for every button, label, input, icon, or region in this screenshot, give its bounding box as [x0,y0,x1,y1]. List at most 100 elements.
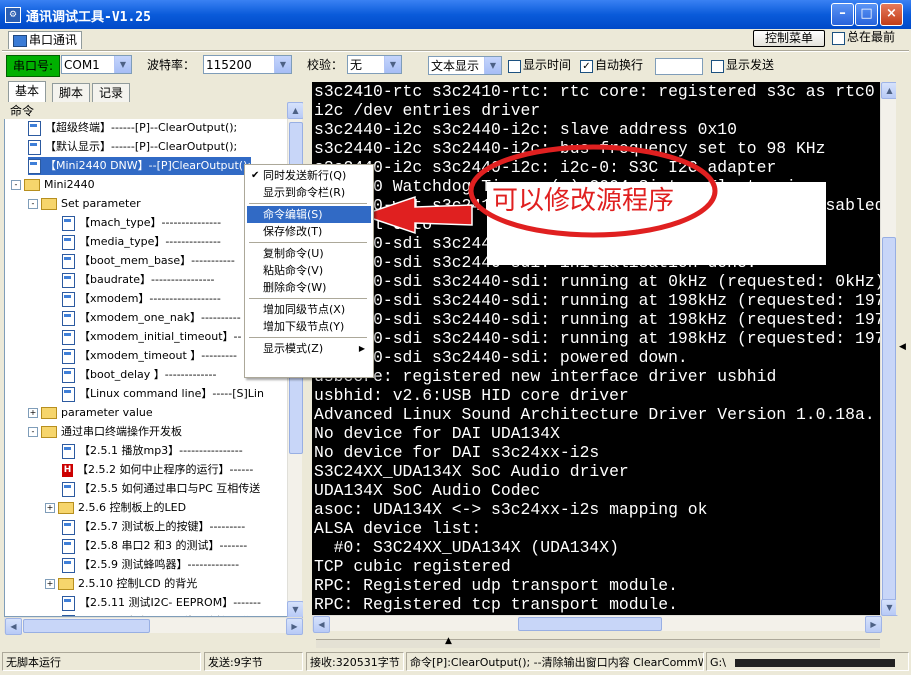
tree-node[interactable]: +2.5.10 控制LCD 的背光 [45,575,197,593]
expand-up-icon[interactable]: ▲ [445,636,452,646]
tree-node[interactable]: 【boot_mem_base】----------- [62,252,235,270]
always-on-top-checkbox[interactable] [832,32,845,45]
scroll-left-icon[interactable]: ◀ [313,616,330,633]
expand-icon[interactable]: + [28,408,38,418]
baud-select[interactable]: 115200 ▼ [203,55,292,74]
tab-log[interactable]: 记录 [92,83,131,102]
tree-node[interactable]: 【baudrate】---------------- [62,271,215,289]
menu-item[interactable]: ✔ 同时发送新行(Q) [247,167,371,184]
tab-serial-label: 串口通讯 [29,33,78,47]
scroll-left-icon[interactable]: ◀ [5,618,22,635]
tree-node[interactable]: 【mach_type】--------------- [62,214,221,232]
tree-node-label: 【xmodem】------------------ [79,292,221,305]
terminal-line: ALSA device list: [314,519,482,538]
menu-item[interactable]: 复制命令(U) [247,245,371,262]
chevron-down-icon[interactable]: ▼ [274,56,291,73]
tree-node[interactable]: 【2.5.8 串口2 和3 的测试】------- [62,537,247,555]
tree-node-label: 【boot_delay 】------------- [79,368,217,381]
tree-node-label: 【2.5.5 如何通过串口与PC 互相传送 [79,482,261,495]
parity-select[interactable]: 无 ▼ [347,55,402,74]
tree-node[interactable]: 【xmodem_one_nak】---------- [62,309,241,327]
chevron-down-icon[interactable]: ▼ [484,57,501,74]
menu-item[interactable]: 显示模式(Z) ▶ [247,340,371,357]
scroll-down-icon[interactable]: ▼ [287,601,304,618]
collapse-icon[interactable]: - [28,427,38,437]
expand-icon[interactable]: + [45,503,55,513]
tree-node[interactable]: 【2.5.9 测试蜂鸣器】------------- [62,556,239,574]
baud-label: 波特率： [147,58,196,72]
close-button[interactable]: × [880,3,903,26]
tree-node-label: 【xmodem_one_nak】---------- [79,311,241,324]
tree-node[interactable]: H 【2.5.2 如何中止程序的运行】------ [62,461,253,479]
display-mode-select[interactable]: 文本显示 ▼ [428,56,502,75]
tree-node[interactable]: +2.5.6 控制板上的LED [45,499,186,517]
tree-node[interactable]: 【xmodem_timeout 】--------- [62,347,237,365]
port-select[interactable]: COM1 ▼ [61,55,132,74]
expand-icon[interactable]: + [45,579,55,589]
menu-item[interactable]: 增加下级节点(Y) [247,318,371,335]
scroll-up-icon[interactable]: ▲ [287,102,304,119]
minimize-button[interactable]: – [831,3,854,26]
collapse-icon[interactable]: - [28,199,38,209]
command-icon [62,234,75,250]
chevron-down-icon[interactable]: ▼ [384,56,401,73]
tree-node[interactable]: + parameter value [28,404,153,422]
terminal-vscrollbar[interactable]: ▲ ▼ [880,82,898,616]
menu-item[interactable]: 粘贴命令(V) [247,262,371,279]
collapse-icon[interactable]: - [11,180,21,190]
tree-node[interactable]: 【xmodem】------------------ [62,290,221,308]
scroll-right-icon[interactable]: ▶ [865,616,882,633]
terminal-hscroll-thumb[interactable] [518,617,662,631]
auto-wrap-checkbox[interactable]: ✓ [580,60,593,73]
context-menu[interactable]: ✔ 同时发送新行(Q) 显示到命令栏(R) 命令编辑(S) 保存修改(T) 复制命令(U)… [244,164,374,378]
menu-item[interactable]: 命令编辑(S) [247,206,371,223]
menu-item-label: 删除命令(W) [263,281,327,294]
bottom-splitter[interactable]: ▲ [316,636,880,648]
maximize-button[interactable]: □ [855,3,878,26]
tree-node-label: 【超级终端】------[P]--ClearOutput(); [45,121,238,134]
tree-node[interactable]: 【默认显示】------[P]--ClearOutput(); [28,138,237,156]
menu-item[interactable]: 删除命令(W) [247,279,371,296]
tree-node[interactable]: - 通过串口终端操作开发板 [28,423,182,441]
tree-hscrollbar[interactable]: ◀ ▶ [4,617,303,635]
right-splitter[interactable]: ◀ [896,82,909,615]
collapse-icon[interactable]: ◀ [899,342,906,352]
tab-script[interactable]: 脚本 [52,83,91,102]
tree-node[interactable]: 【Mini2440 DNW】--[P]ClearOutput(); [28,157,252,175]
menu-item[interactable]: 显示到命令栏(R) [247,184,371,201]
terminal-line: s3c2410-rtc s3c2410-rtc: rtc core: regis… [314,82,875,101]
interval-input[interactable] [655,58,703,75]
tree-node[interactable]: 【boot_delay 】------------- [62,366,216,384]
menu-item-label: 增加同级节点(X) [263,303,346,316]
control-menu-button[interactable]: 控制菜单 [753,30,825,47]
tree-node[interactable]: 【xmodem_initial_timeout】-- [62,328,241,346]
terminal-scroll-thumb[interactable] [882,237,896,604]
tree-node[interactable]: - Mini2440 [11,176,95,194]
tab-serial[interactable]: 串口通讯 [8,31,83,49]
terminal-hscrollbar[interactable]: ◀ ▶ [312,615,882,633]
tree-node[interactable]: - Set parameter [28,195,141,213]
show-time-checkbox[interactable] [508,60,521,73]
command-icon [62,595,75,611]
command-icon [62,557,75,573]
show-send-checkbox[interactable] [711,60,724,73]
title-bar[interactable]: ⚙ 通讯调试工具-V1.25 – □ × [0,0,911,29]
chevron-down-icon[interactable]: ▼ [114,56,131,73]
status-sent: 发送:9字节 [204,652,303,671]
menu-item[interactable]: 保存修改(T) [247,223,371,240]
folder-icon [24,179,40,191]
tree-hscroll-thumb[interactable] [23,619,150,633]
tree-node[interactable]: 【2.5.11 测试I2C- EEPROM】------- [62,594,261,612]
tree-node[interactable]: 【2.5.1 播放mp3】---------------- [62,442,243,460]
tree-node[interactable]: 【Linux command line】-----[S]Lin [62,385,264,403]
menu-item[interactable]: 增加同级节点(X) [247,301,371,318]
tree-node[interactable]: 【2.5.5 如何通过串口与PC 互相传送 [62,480,260,498]
command-icon [28,158,41,174]
tree-node[interactable]: 【media_type】-------------- [62,233,221,251]
command-icon [28,139,41,155]
tab-basic[interactable]: 基本 [8,81,47,102]
tree-node[interactable]: 【超级终端】------[P]--ClearOutput(); [28,119,237,137]
command-icon [62,272,75,288]
scroll-right-icon[interactable]: ▶ [286,618,303,635]
tree-node[interactable]: 【2.5.7 测试板上的按键】--------- [62,518,245,536]
